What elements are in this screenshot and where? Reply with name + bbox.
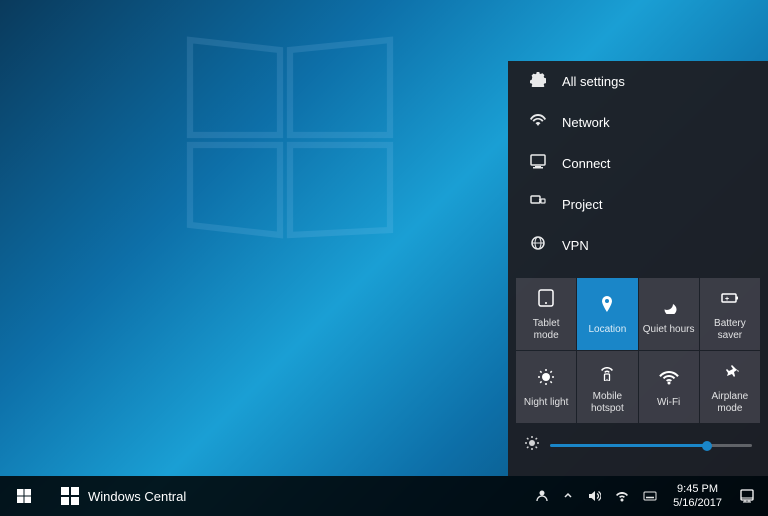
settings-icon: [528, 71, 548, 92]
night-light-tile[interactable]: Night light: [516, 351, 576, 423]
night-light-icon: [536, 367, 556, 392]
action-center: All settings Network: [508, 61, 768, 476]
all-settings-item[interactable]: All settings: [508, 61, 768, 102]
location-label: Location: [588, 324, 626, 336]
brightness-control: [508, 423, 768, 464]
quiet-hours-icon: [659, 294, 679, 319]
brand-name: Windows Central: [88, 489, 186, 504]
system-tray: 9:45 PM 5/16/2017: [523, 476, 768, 516]
network-taskbar-icon[interactable]: [611, 476, 633, 516]
volume-icon[interactable]: [583, 476, 605, 516]
start-button[interactable]: [0, 476, 48, 516]
mobile-hotspot-tile[interactable]: Mobile hotspot: [577, 351, 637, 423]
brightness-icon: [524, 435, 540, 456]
clock-date: 5/16/2017: [673, 496, 722, 510]
mobile-hotspot-label: Mobile hotspot: [581, 391, 633, 415]
notification-center-button[interactable]: [734, 489, 760, 503]
vpn-label: VPN: [562, 238, 589, 253]
tablet-mode-tile[interactable]: Tablet mode: [516, 278, 576, 350]
system-clock[interactable]: 9:45 PM 5/16/2017: [667, 482, 728, 511]
vpn-item[interactable]: VPN: [508, 225, 768, 266]
brand-logo-icon: [60, 486, 80, 506]
airplane-icon: [720, 361, 740, 386]
network-icon: [528, 112, 548, 133]
project-item[interactable]: Project: [508, 184, 768, 225]
tablet-mode-icon: [536, 288, 556, 313]
wifi-label: Wi-Fi: [657, 397, 680, 409]
connect-icon: [528, 153, 548, 174]
wifi-icon: [659, 367, 679, 392]
quick-actions-grid: Tablet mode Location Quiet hours: [508, 270, 768, 423]
battery-saver-label: Battery saver: [704, 318, 756, 342]
all-settings-label: All settings: [562, 74, 625, 89]
desktop-logo: [180, 30, 400, 250]
people-icon[interactable]: [531, 476, 553, 516]
quiet-hours-tile[interactable]: Quiet hours: [639, 278, 699, 350]
chevron-up-icon[interactable]: [559, 476, 577, 516]
quiet-hours-label: Quiet hours: [643, 324, 695, 336]
battery-saver-tile[interactable]: + Battery saver: [700, 278, 760, 350]
airplane-mode-label: Airplane mode: [704, 391, 756, 415]
desktop: All settings Network: [0, 0, 768, 516]
network-item[interactable]: Network: [508, 102, 768, 143]
network-label: Network: [562, 115, 610, 130]
svg-text:+: +: [725, 296, 729, 303]
clock-time: 9:45 PM: [677, 482, 718, 496]
battery-saver-icon: +: [720, 288, 740, 313]
taskbar-brand: Windows Central: [48, 486, 198, 506]
tablet-mode-label: Tablet mode: [520, 318, 572, 342]
taskbar: Windows Central: [0, 476, 768, 516]
wifi-tile[interactable]: Wi-Fi: [639, 351, 699, 423]
project-icon: [528, 194, 548, 215]
location-icon: [597, 294, 617, 319]
vpn-icon: [528, 235, 548, 256]
connect-item[interactable]: Connect: [508, 143, 768, 184]
night-light-label: Night light: [524, 397, 568, 409]
brightness-slider[interactable]: [550, 444, 752, 447]
location-tile[interactable]: Location: [577, 278, 637, 350]
airplane-mode-tile[interactable]: Airplane mode: [700, 351, 760, 423]
mobile-hotspot-icon: [597, 361, 617, 386]
keyboard-icon[interactable]: [639, 476, 661, 516]
connect-label: Connect: [562, 156, 610, 171]
project-label: Project: [562, 197, 602, 212]
ac-menu-list: All settings Network: [508, 61, 768, 266]
